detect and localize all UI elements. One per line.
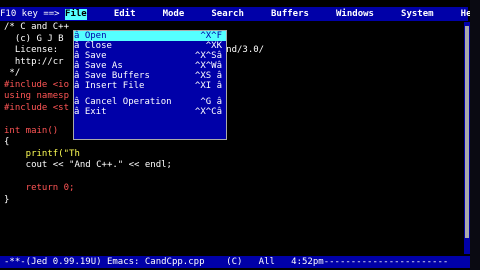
file-menu-item-cancel-operation[interactable]: â Cancel Operation ^G â: [74, 97, 226, 107]
file-menu-item-exit[interactable]: â Exit ^X^Câ: [74, 107, 226, 117]
code-text: cout << "And C++." << endl;: [4, 160, 172, 170]
code-text: printf("Th: [4, 148, 80, 159]
code-text: using namesp: [4, 91, 70, 101]
menu-item-label: Save As: [79, 61, 123, 71]
status-line: -**-(Jed 0.99.19U) Emacs: CandCpp.cpp (C…: [0, 256, 472, 268]
menu-item-label: Insert File: [79, 81, 145, 91]
code-text: {: [4, 137, 10, 147]
file-menu-item-save-as[interactable]: â Save As ^X^Wâ: [74, 61, 226, 71]
code-text: /* C and C++: [4, 22, 70, 32]
code-text: (c) G J B: [4, 33, 64, 44]
menu-file[interactable]: File: [65, 8, 87, 20]
menu-item-shortcut: ^XI â: [194, 81, 222, 91]
menu-system[interactable]: System: [401, 9, 434, 20]
file-menu-dropdown: â Open ^X^F â Close ^XK â Save ^X^Sâ â Save As…: [73, 30, 227, 140]
code-line: printf("Th: [4, 149, 464, 161]
code-text: return 0;: [4, 183, 75, 193]
file-menu-item-open[interactable]: â Open ^X^F: [74, 31, 226, 41]
file-menu-item-close[interactable]: â Close ^XK: [74, 41, 226, 51]
menu-item-shortcut: ^X^Sâ: [194, 51, 222, 61]
code-text: #include <io: [4, 79, 70, 90]
menu-edit[interactable]: Edit: [114, 9, 136, 20]
menu-item-label: Save Buffers: [79, 71, 150, 81]
menu-item-label: Cancel Operation: [79, 97, 172, 107]
menu-item-shortcut: ^XS â: [194, 71, 222, 81]
menu-windows[interactable]: Windows: [336, 9, 374, 20]
code-line: cout << "And C++." << endl;: [4, 160, 464, 172]
menu-item-shortcut: ^XK: [205, 41, 222, 51]
menu-mode[interactable]: Mode: [163, 9, 185, 20]
menu-item-shortcut: ^X^Câ: [194, 107, 222, 117]
menu-item-shortcut: ^X^F: [200, 31, 222, 41]
file-menu-item-insert-file[interactable]: â Insert File ^XI â: [74, 81, 226, 91]
menu-item-label: Close: [79, 41, 112, 51]
menu-search[interactable]: Search: [211, 9, 244, 20]
scrollbar-thumb[interactable]: [465, 26, 469, 238]
menu-item-label: Save: [79, 51, 107, 61]
menu-bar: F10 key ==> File Edit Mode Search Buffer…: [0, 7, 480, 21]
menu-item-label: Open: [79, 31, 107, 41]
file-menu-item-save[interactable]: â Save ^X^Sâ: [74, 51, 226, 61]
menu-item-label: Exit: [79, 107, 107, 117]
window-edge: [470, 0, 480, 270]
menu-prefix: F10 key ==>: [0, 8, 66, 19]
code-text: */: [4, 68, 21, 78]
code-line: }: [4, 195, 464, 207]
code-text: http://cr: [4, 56, 64, 67]
code-text: #include <st: [4, 102, 70, 113]
menu-item-shortcut: ^G â: [200, 97, 222, 107]
file-menu-item-save-buffers[interactable]: â Save Buffers ^XS â: [74, 71, 226, 81]
code-text: License:: [4, 45, 59, 55]
code-text: int main(): [4, 125, 59, 136]
menu-item-shortcut: ^X^Wâ: [194, 61, 222, 71]
code-text: }: [4, 194, 10, 205]
menu-buffers[interactable]: Buffers: [271, 9, 309, 20]
code-line: return 0;: [4, 183, 464, 195]
